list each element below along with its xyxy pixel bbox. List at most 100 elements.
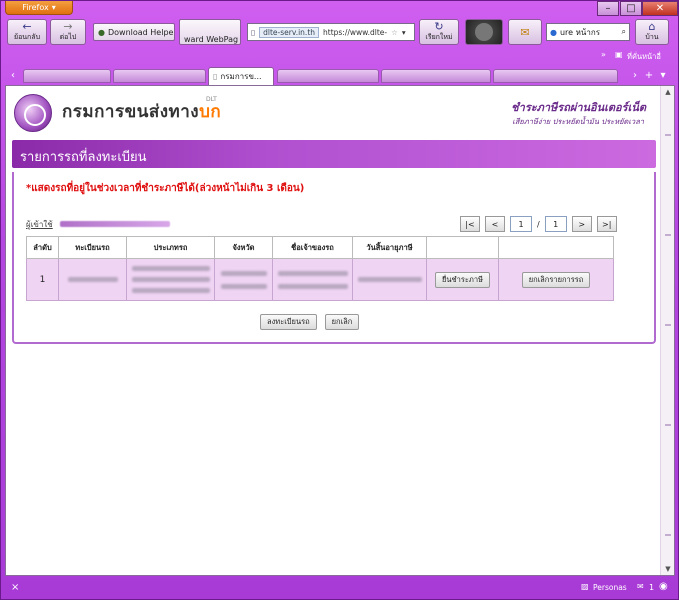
register-vehicle-button[interactable]: ลงทะเบียนรถ	[260, 314, 317, 330]
addon-icon[interactable]: ◉	[659, 581, 668, 592]
bookmarks-folder-icon: ▣	[615, 50, 623, 59]
page-scrollbar[interactable]: ▲ ▼	[660, 86, 674, 575]
search-icon[interactable]: ⌕	[622, 27, 626, 37]
site-identity[interactable]: dlte-serv.in.th	[259, 26, 320, 38]
pagination: |< < 1 / 1 > >|	[460, 215, 617, 233]
scroll-down-icon[interactable]: ▼	[661, 563, 674, 575]
tab[interactable]	[381, 69, 491, 83]
tab[interactable]	[493, 69, 618, 83]
avatar	[475, 23, 493, 41]
registered-vehicles-table: ลำดับ ทะเบียนรถ ประเภทรถ จังหวัด ชื่อเจ้…	[26, 236, 614, 301]
close-window-button[interactable]: ✕	[642, 1, 678, 16]
webpage-button[interactable]: ward WebPag	[179, 19, 241, 45]
tab-active[interactable]: ▯ กรมการข...	[208, 67, 274, 85]
col-header-cancel	[498, 236, 614, 259]
tab[interactable]	[113, 69, 206, 83]
page-icon: ▯	[213, 72, 218, 81]
minimize-icon: –	[605, 3, 611, 14]
personas-label[interactable]: Personas	[593, 583, 627, 592]
last-page-button[interactable]: >|	[596, 216, 617, 232]
forward-button[interactable]: → ต่อไป	[50, 19, 86, 45]
tab[interactable]	[23, 69, 111, 83]
next-page-button[interactable]: >	[571, 216, 592, 232]
dlt-abbr: DLT	[206, 96, 217, 103]
scroll-tick	[665, 424, 671, 426]
forward-arrow-icon: →	[63, 20, 73, 33]
firefox-menu-label: Firefox	[22, 3, 49, 12]
mail-count: 1	[649, 583, 655, 592]
url-dropdown-icon[interactable]: ▾	[402, 28, 406, 37]
scroll-tick	[665, 324, 671, 326]
minimize-button[interactable]: –	[597, 1, 619, 16]
page-number-input[interactable]: 1	[510, 216, 532, 232]
department-name-main: กรมการขนส่งทาง	[62, 102, 200, 122]
dropdown-arrow-icon: ▾	[51, 3, 56, 12]
total-pages-field: 1	[544, 216, 567, 232]
bookmarks-dropdown-icon[interactable]: »	[601, 50, 606, 59]
section-header: รายการรถที่ลงทะเบียน	[12, 140, 656, 168]
col-header-pay	[426, 236, 499, 259]
search-engine-icon[interactable]: ●	[550, 28, 557, 37]
mail-button[interactable]: ✉	[508, 19, 542, 45]
owner-redacted	[272, 258, 353, 301]
form-actions: ลงทะเบียนรถ ยกเลิก	[260, 314, 360, 330]
table-header-row: ลำดับ ทะเบียนรถ ประเภทรถ จังหวัด ชื่อเจ้…	[26, 236, 614, 259]
page-separator: /	[537, 219, 540, 229]
cancel-vehicle-button[interactable]: ยกเลิกรายการรถ	[521, 271, 591, 288]
tab-scroll-right-icon[interactable]: ›	[629, 67, 641, 84]
bookmarks-toolbar: » ▣ ที่คั่นหน้าอื่	[1, 49, 678, 63]
back-label: ย้อนกลับ	[13, 33, 41, 41]
address-bar[interactable]: ▯ dlte-serv.in.th https://www.dlte- ☆ ▾	[247, 23, 415, 41]
section-title: รายการรถที่ลงทะเบียน	[20, 150, 147, 165]
user-label: ผู้เข้าใช้	[26, 220, 53, 229]
notice-text: *แสดงรถที่อยู่ในช่วงเวลาที่ชำระภาษีได้(ล…	[26, 183, 305, 194]
scroll-tick	[665, 534, 671, 536]
back-button[interactable]: ← ย้อนกลับ	[7, 19, 47, 45]
url-text: https://www.dlte-	[323, 27, 388, 37]
pay-tax-button[interactable]: ยื่นชำระภาษี	[435, 271, 490, 288]
maximize-icon: □	[626, 3, 636, 14]
download-helper-button[interactable]: ● Download Helper	[93, 23, 175, 41]
avatar-button[interactable]	[465, 19, 503, 45]
new-tab-icon[interactable]: +	[643, 67, 655, 84]
tab-title: กรมการข...	[220, 72, 262, 81]
browser-window: Firefox ▾ – □ ✕ ← ย้อนกลับ → ต่อไป ● Dow…	[0, 0, 679, 600]
expiry-redacted	[352, 258, 427, 301]
mail-icon: ✉	[637, 582, 644, 591]
col-header-expiry: วันสิ้นอายุภาษี	[352, 236, 427, 259]
webpage-label: ward WebPag	[184, 35, 239, 44]
page-icon: ▯	[251, 27, 256, 37]
forward-label: ต่อไป	[59, 33, 77, 41]
tab-list-icon[interactable]: ▾	[657, 67, 669, 84]
personas-icon: ▨	[581, 582, 589, 591]
scroll-up-icon[interactable]: ▲	[661, 86, 674, 98]
col-header-province: จังหวัด	[214, 236, 273, 259]
tab[interactable]	[277, 69, 379, 83]
type-redacted	[126, 258, 215, 301]
col-header-owner: ชื่อเจ้าของรถ	[272, 236, 353, 259]
bookmark-star-icon[interactable]: ☆	[391, 28, 398, 37]
other-bookmarks-label[interactable]: ที่คั่นหน้าอื่	[627, 51, 661, 63]
department-name: กรมการขนส่งทางบก	[62, 98, 221, 125]
pay-cell: ยื่นชำระภาษี	[426, 258, 499, 301]
home-label: บ้าน	[645, 33, 659, 41]
mail-icon: ✉	[520, 25, 530, 39]
col-header-type: ประเภทรถ	[126, 236, 215, 259]
home-icon: ⌂	[648, 20, 656, 33]
search-input[interactable]: ure หน้ากร	[560, 26, 619, 39]
reload-button[interactable]: ↻ เรียกใหม่	[419, 19, 459, 45]
search-box[interactable]: ● ure หน้ากร ⌕	[546, 23, 630, 41]
site-header: กรมการขนส่งทางบก DLT ชำระภาษีรถผ่านอินเต…	[6, 86, 656, 136]
cancel-button[interactable]: ยกเลิก	[324, 314, 360, 330]
department-name-accent: บก	[199, 102, 222, 122]
user-name-redacted	[60, 221, 170, 227]
tab-scroll-left-icon[interactable]: ‹	[7, 67, 19, 84]
prev-page-button[interactable]: <	[485, 216, 505, 232]
firefox-menu-button[interactable]: Firefox ▾	[5, 1, 73, 15]
table-row: 1 ยื่นชำระภาษี ยกเลิกรายการรถ	[26, 258, 614, 301]
download-helper-icon: ●	[98, 27, 105, 37]
close-addon-bar-icon[interactable]: ×	[11, 582, 19, 593]
maximize-button[interactable]: □	[620, 1, 642, 16]
home-button[interactable]: ⌂ บ้าน	[635, 19, 669, 45]
first-page-button[interactable]: |<	[460, 216, 480, 232]
